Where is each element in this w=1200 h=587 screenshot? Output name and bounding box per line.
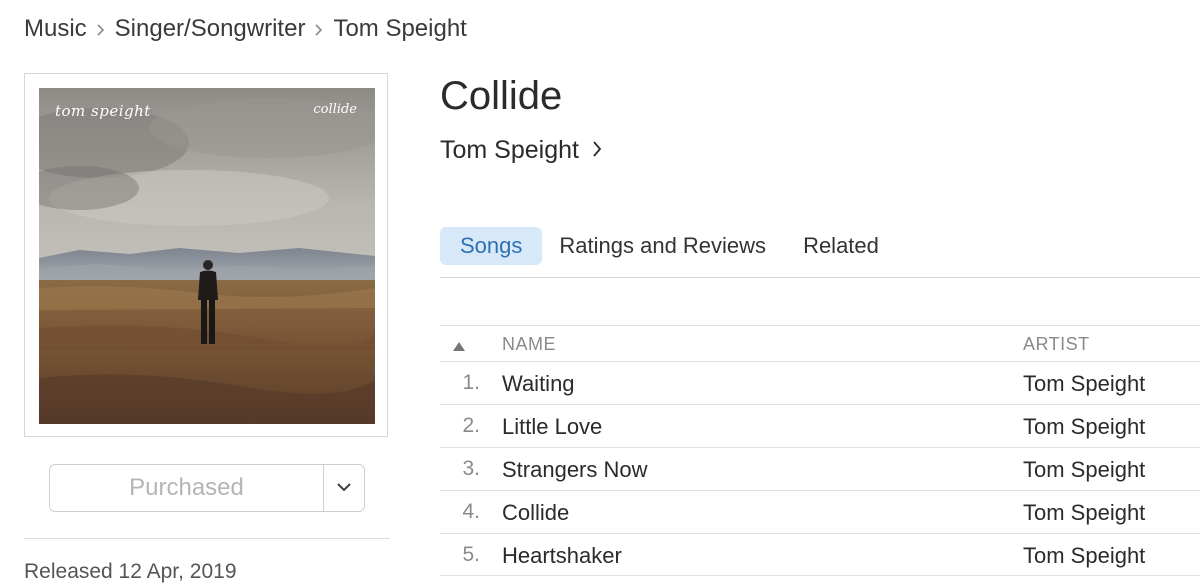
songs-table: NAME ARTIST 1. Waiting Tom Speight 2. Li… — [440, 325, 1200, 576]
track-artist: Tom Speight — [1023, 371, 1146, 396]
album-artwork-frame: tom speight collide — [24, 73, 388, 437]
table-row[interactable]: 3. Strangers Now Tom Speight — [440, 447, 1200, 490]
chevron-right-icon — [305, 15, 333, 43]
tab-bar: Songs Ratings and Reviews Related — [440, 227, 899, 265]
track-name: Strangers Now — [502, 457, 648, 482]
breadcrumb: Music Singer/Songwriter Tom Speight — [24, 15, 467, 43]
album-title: Collide — [440, 74, 563, 118]
artist-link[interactable]: Tom Speight — [440, 136, 603, 165]
purchase-button-group: Purchased — [49, 464, 365, 512]
artwork-illustration — [39, 88, 375, 424]
track-artist: Tom Speight — [1023, 414, 1146, 439]
artist-name: Tom Speight — [440, 136, 579, 164]
breadcrumb-genre[interactable]: Singer/Songwriter — [115, 15, 306, 43]
track-artist: Tom Speight — [1023, 457, 1146, 482]
tab-related[interactable]: Related — [783, 227, 899, 265]
track-name: Little Love — [502, 414, 603, 439]
column-header-artist[interactable]: ARTIST — [1023, 334, 1090, 355]
chevron-right-icon — [579, 136, 603, 165]
breadcrumb-artist[interactable]: Tom Speight — [333, 15, 466, 43]
album-page: Music Singer/Songwriter Tom Speight tom … — [0, 0, 1200, 587]
track-number: 1. — [462, 371, 480, 394]
chevron-right-icon — [87, 15, 115, 43]
track-number: 2. — [462, 414, 480, 437]
track-name: Collide — [502, 500, 570, 525]
table-row[interactable]: 5. Heartshaker Tom Speight — [440, 533, 1200, 576]
release-date: Released 12 Apr, 2019 — [24, 560, 237, 583]
artwork-title-text: collide — [313, 102, 357, 117]
purchased-button[interactable]: Purchased — [50, 465, 323, 511]
track-name: Heartshaker — [502, 543, 622, 568]
column-header-name[interactable]: NAME — [502, 334, 556, 355]
track-name: Waiting — [502, 371, 575, 396]
table-header: NAME ARTIST — [440, 325, 1200, 361]
track-number: 5. — [462, 543, 480, 566]
track-number: 3. — [462, 457, 480, 480]
track-artist: Tom Speight — [1023, 500, 1146, 525]
purchase-options-dropdown[interactable] — [323, 465, 364, 511]
tabs-divider — [440, 277, 1200, 278]
divider — [24, 538, 390, 539]
artwork-artist-text: tom speight — [55, 102, 151, 120]
track-number: 4. — [462, 500, 480, 523]
chevron-down-icon — [336, 479, 352, 497]
tab-ratings-and-reviews[interactable]: Ratings and Reviews — [542, 227, 783, 265]
album-artwork[interactable]: tom speight collide — [39, 88, 375, 424]
table-row[interactable]: 1. Waiting Tom Speight — [440, 361, 1200, 404]
table-row[interactable]: 4. Collide Tom Speight — [440, 490, 1200, 533]
table-row[interactable]: 2. Little Love Tom Speight — [440, 404, 1200, 447]
breadcrumb-music[interactable]: Music — [24, 15, 87, 43]
sort-ascending-icon[interactable] — [452, 339, 466, 357]
tab-songs[interactable]: Songs — [440, 227, 543, 265]
track-artist: Tom Speight — [1023, 543, 1146, 568]
